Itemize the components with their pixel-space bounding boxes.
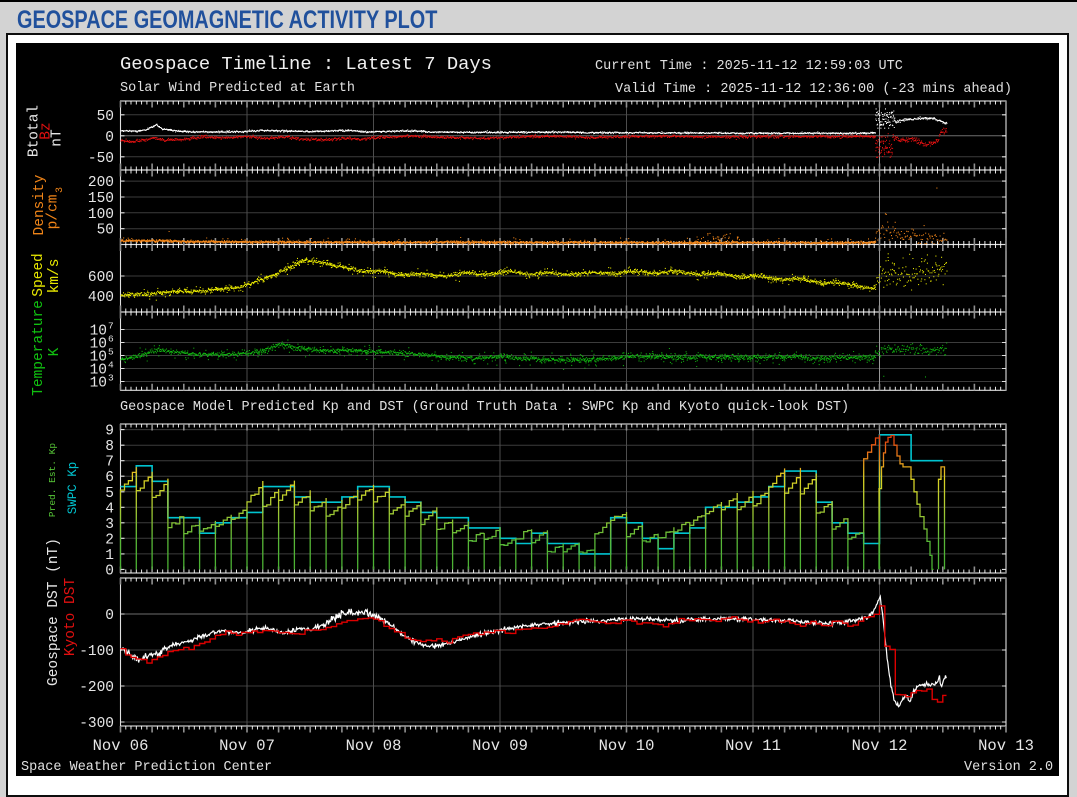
svg-text:Current Time : 2025-11-12 12:5: Current Time : 2025-11-12 12:59:03 UTC — [595, 59, 903, 74]
svg-text:6: 6 — [108, 334, 114, 345]
svg-text:Kyoto DST: Kyoto DST — [63, 578, 79, 657]
svg-text:Nov 10: Nov 10 — [599, 737, 655, 755]
svg-text:Space Weather Prediction Cente: Space Weather Prediction Center — [21, 760, 272, 775]
svg-text:1: 1 — [105, 548, 114, 564]
svg-text:Temperature: Temperature — [31, 300, 47, 396]
svg-text:4: 4 — [105, 501, 114, 517]
svg-text:3: 3 — [55, 187, 66, 193]
svg-text:0: 0 — [105, 608, 114, 624]
svg-text:km/s: km/s — [47, 259, 63, 294]
svg-text:7: 7 — [108, 321, 114, 332]
svg-text:Nov 06: Nov 06 — [93, 737, 149, 755]
svg-text:600: 600 — [88, 270, 114, 286]
svg-text:5: 5 — [105, 486, 114, 502]
svg-text:Geospace Timeline : Latest 7 D: Geospace Timeline : Latest 7 Days — [120, 53, 492, 75]
svg-text:3: 3 — [108, 373, 114, 384]
svg-text:Valid Time : 2025-11-12 12:36:: Valid Time : 2025-11-12 12:36:00 (-23 mi… — [615, 82, 1012, 97]
svg-text:Solar Wind Predicted at Earth: Solar Wind Predicted at Earth — [120, 81, 355, 96]
svg-text:Nov 09: Nov 09 — [472, 737, 528, 755]
svg-text:9: 9 — [105, 424, 114, 440]
svg-text:5: 5 — [108, 347, 114, 358]
svg-text:Nov 13: Nov 13 — [978, 737, 1034, 755]
svg-text:150: 150 — [88, 191, 114, 207]
svg-text:0: 0 — [105, 130, 114, 146]
svg-text:nT: nT — [50, 129, 66, 147]
svg-text:SWPC Kp: SWPC Kp — [66, 462, 80, 515]
svg-text:7: 7 — [105, 455, 114, 471]
svg-text:-50: -50 — [88, 151, 114, 167]
svg-text:p/cm: p/cm — [46, 195, 62, 230]
svg-text:50: 50 — [97, 223, 114, 239]
svg-text:-100: -100 — [79, 644, 114, 660]
svg-text:8: 8 — [105, 439, 114, 455]
svg-text:10: 10 — [90, 376, 107, 392]
svg-text:Geospace DST (nT): Geospace DST (nT) — [46, 538, 62, 686]
svg-text:4: 4 — [108, 360, 114, 371]
svg-text:Pred. Est. Kp: Pred. Est. Kp — [47, 443, 58, 517]
svg-text:Nov 11: Nov 11 — [725, 737, 781, 755]
svg-text:2: 2 — [105, 532, 114, 548]
svg-text:Nov 12: Nov 12 — [852, 737, 908, 755]
svg-text:0: 0 — [105, 563, 114, 579]
svg-text:-200: -200 — [79, 680, 114, 696]
svg-text:Version 2.0: Version 2.0 — [964, 760, 1053, 775]
svg-text:K: K — [47, 347, 63, 356]
svg-text:Speed: Speed — [31, 253, 47, 297]
svg-text:Nov 07: Nov 07 — [219, 737, 275, 755]
svg-text:3: 3 — [105, 517, 114, 533]
svg-text:100: 100 — [88, 207, 114, 223]
svg-text:200: 200 — [88, 175, 114, 191]
svg-text:-300: -300 — [79, 716, 114, 732]
svg-text:Nov 08: Nov 08 — [346, 737, 402, 755]
svg-text:400: 400 — [88, 290, 114, 306]
svg-text:50: 50 — [97, 109, 114, 125]
svg-text:6: 6 — [105, 470, 114, 486]
svg-text:Geospace Model Predicted Kp an: Geospace Model Predicted Kp and DST (Gro… — [120, 400, 849, 415]
